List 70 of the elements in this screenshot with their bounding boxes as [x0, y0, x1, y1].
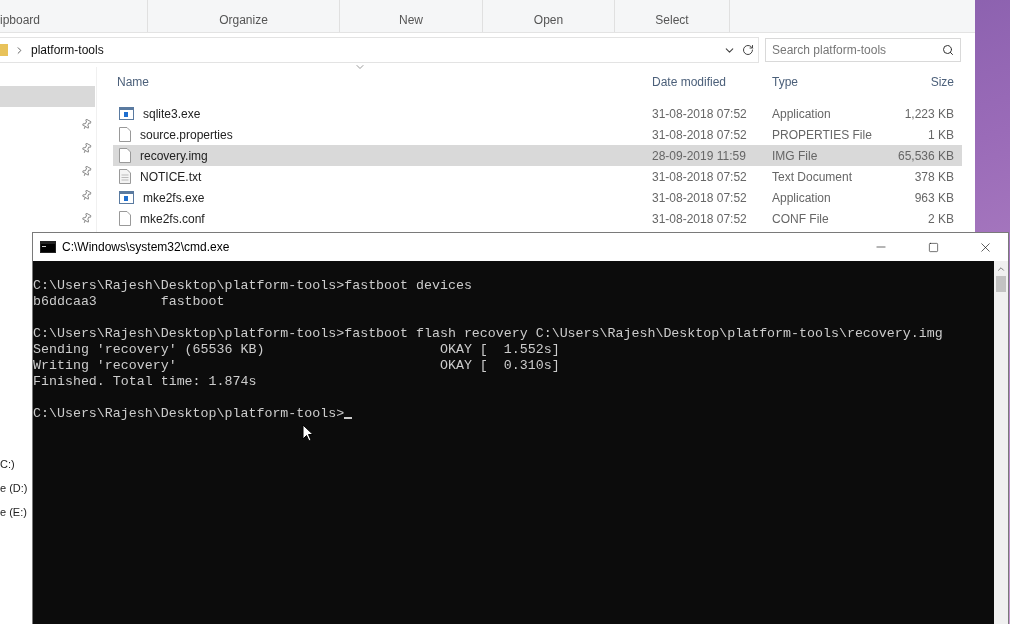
column-header[interactable]: Date modified	[648, 75, 768, 89]
date-cell-text: 31-08-2018 07:52	[651, 106, 748, 121]
file-icon	[119, 127, 131, 142]
type-cell-text: Application	[771, 190, 832, 205]
size-cell-text: 963 KB	[913, 190, 955, 205]
size-cell-text: 378 KB	[913, 169, 955, 184]
file-name: NOTICE.txt	[139, 169, 202, 184]
console-icon	[40, 241, 56, 253]
date-cell-text: 28-09-2019 11:59	[651, 148, 747, 163]
application-icon	[119, 107, 134, 120]
ribbon-group-label: ipboard	[0, 13, 41, 27]
maximize-icon	[927, 241, 939, 253]
file-row[interactable]: source.properties 31-08-2018 07:52 PROPERTIES File 1 KB	[113, 124, 962, 145]
file-icon	[119, 148, 131, 163]
drive-item[interactable]: e (E:)	[0, 504, 27, 519]
console-line: C:\Users\Rajesh\Desktop\platform-tools>	[33, 406, 345, 422]
type-cell-text: Application	[771, 106, 832, 121]
size-cell-text: 1,223 KB	[903, 106, 955, 121]
ribbon-group-label: Open	[533, 13, 564, 27]
date-cell-text: 31-08-2018 07:52	[651, 169, 748, 184]
pin-icon	[79, 140, 94, 156]
file-icon	[119, 211, 131, 226]
console-line: Finished. Total time: 1.874s	[33, 374, 258, 390]
column-header[interactable]: Name	[113, 75, 648, 89]
folder-icon	[0, 44, 8, 56]
type-cell-text: Text Document	[771, 169, 854, 184]
console-line: Writing 'recovery' OKAY [ 0.310s]	[33, 358, 561, 374]
scroll-thumb[interactable]	[996, 276, 1006, 292]
breadcrumb-item[interactable]: platform-tools	[31, 43, 104, 57]
address-bar[interactable]: platform-tools	[0, 37, 759, 63]
mouse-pointer-icon	[302, 424, 314, 442]
application-icon	[119, 191, 134, 204]
console-line: Sending 'recovery' (65536 KB) OKAY [ 1.552s]	[33, 342, 561, 358]
drive-item[interactable]: C:)	[0, 456, 15, 471]
drive-item[interactable]: e (D:)	[0, 480, 28, 495]
console-line: b6ddcaa3 fastboot	[33, 294, 226, 310]
file-row[interactable]: NOTICE.txt 31-08-2018 07:52 Text Document 378 KB	[113, 166, 962, 187]
file-row[interactable]: sqlite3.exe 31-08-2018 07:52 Application 1,223 KB	[113, 103, 962, 124]
size-cell-text: 1 KB	[927, 127, 955, 142]
file-name: recovery.img	[139, 148, 208, 163]
search-field[interactable]: Search platform-tools	[765, 38, 961, 62]
file-row[interactable]: mke2fs.exe 31-08-2018 07:52 Application 963 KB	[113, 187, 962, 208]
refresh-icon[interactable]	[742, 44, 754, 56]
console-line: C:\Users\Rajesh\Desktop\platform-tools>fastboot devices	[33, 278, 473, 294]
size-cell-text: 2 KB	[927, 211, 955, 226]
date-cell-text: 31-08-2018 07:52	[651, 190, 748, 205]
type-cell-text: PROPERTIES File	[771, 127, 873, 142]
scroll-up-icon[interactable]	[996, 264, 1006, 274]
file-name: mke2fs.conf	[139, 211, 205, 226]
scrollbar[interactable]	[994, 261, 1008, 624]
text-file-icon	[119, 169, 131, 184]
pin-icon	[79, 187, 94, 203]
file-name: source.properties	[139, 127, 233, 142]
window-title: C:\Windows\system32\cmd.exe	[62, 240, 231, 254]
console-line: C:\Users\Rajesh\Desktop\platform-tools>fastboot flash recovery C:\Users\Rajesh\Desktop\platform-tools\recovery.img	[33, 326, 944, 342]
file-name: sqlite3.exe	[142, 106, 201, 121]
column-header[interactable]: Type	[768, 75, 888, 89]
ribbon-group-label: Organize	[219, 13, 268, 27]
file-row[interactable]: recovery.img 28-09-2019 11:59 IMG File 65,536 KB	[113, 145, 962, 166]
size-cell-text: 65,536 KB	[896, 148, 955, 163]
file-row[interactable]: mke2fs.conf 31-08-2018 07:52 CONF File 2 KB	[113, 208, 962, 229]
column-header[interactable]: Size	[888, 75, 958, 89]
search-icon	[942, 44, 954, 56]
date-cell-text: 31-08-2018 07:52	[651, 211, 748, 226]
file-name: mke2fs.exe	[142, 190, 205, 205]
date-cell-text: 31-08-2018 07:52	[651, 127, 748, 142]
ribbon-group-label: New	[399, 13, 423, 27]
ribbon-group-label: Select	[655, 13, 689, 27]
type-cell-text: CONF File	[771, 211, 830, 226]
type-cell-text: IMG File	[771, 148, 819, 163]
